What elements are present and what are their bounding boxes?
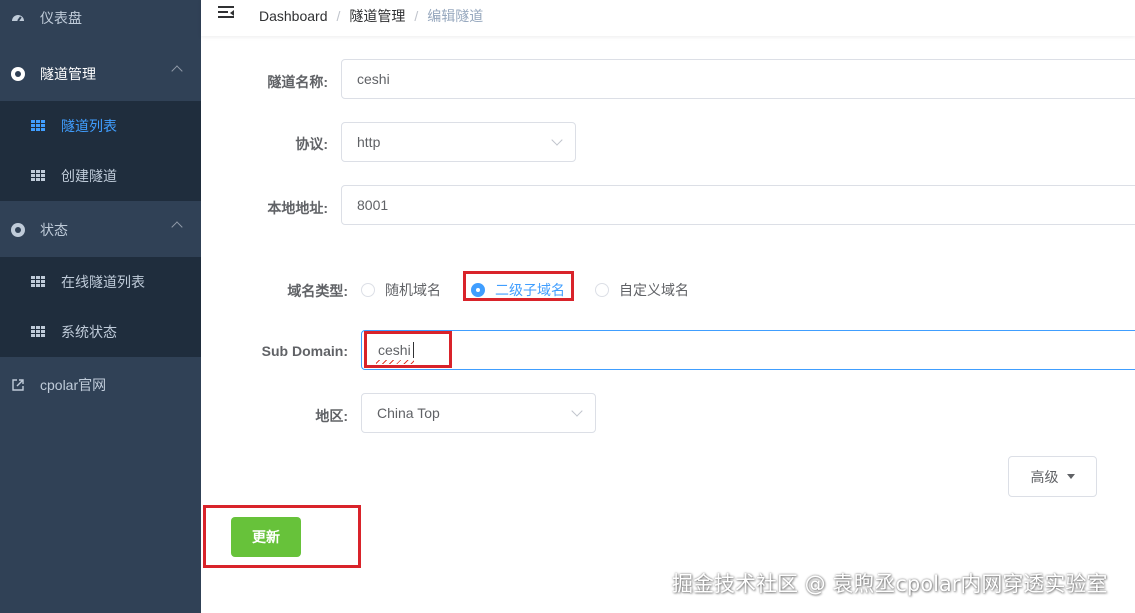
advanced-button[interactable]: 高级 [1008,456,1097,497]
subdomain-label: Sub Domain: [261,343,348,359]
caret-down-icon [1066,474,1075,479]
chevron-down-icon [571,405,583,417]
radio-random-domain[interactable]: 随机域名 [361,280,441,300]
radio-label: 随机域名 [385,282,441,298]
external-link-icon [10,377,26,393]
lifebuoy-icon [10,222,26,238]
menu-label-tunnel-management: 隧道管理 [40,66,96,82]
region-select[interactable]: China Top [361,393,596,433]
highlight-box-subdomain-radio [463,271,574,301]
radio-dot [361,283,375,297]
breadcrumb: Dashboard / 隧道管理 / 编辑隧道 [259,6,483,26]
radio-custom-domain[interactable]: 自定义域名 [595,280,689,300]
submenu-tunnel: 隧道列表 创建隧道 [0,101,201,201]
tunnel-name-input[interactable]: ceshi [341,59,1135,99]
menu-label-dashboard: 仪表盘 [40,10,82,26]
highlight-box-subdomain-input [364,331,452,368]
sidebar: 仪表盘 隧道管理 隧道列表 创建隧道 状态 在线隧道列表 系统状态 cpolar… [0,0,201,613]
menu-item-status[interactable]: 状态 [0,205,201,255]
table-icon [31,170,45,182]
lifebuoy-icon [10,66,26,82]
sidebar-item-create-tunnel[interactable]: 创建隧道 [0,151,201,201]
radio-label: 自定义域名 [619,282,689,298]
menu-item-dashboard[interactable]: 仪表盘 [0,0,201,43]
protocol-label: 协议: [295,136,328,152]
local-address-label: 本地地址: [267,200,328,216]
region-value: China Top [377,405,440,421]
sidebar-item-label: 在线隧道列表 [61,274,145,290]
tunnel-name-label: 隧道名称: [267,74,328,90]
menu-item-website[interactable]: cpolar官网 [0,360,201,410]
sidebar-item-online-tunnels[interactable]: 在线隧道列表 [0,257,201,307]
menu-label-status: 状态 [40,222,68,238]
radio-dot [595,283,609,297]
dashboard-icon [10,10,26,26]
breadcrumb-home[interactable]: Dashboard [259,8,328,24]
hamburger-icon[interactable] [218,6,236,20]
menu-label-website: cpolar官网 [40,377,107,393]
sidebar-item-label: 隧道列表 [61,118,117,134]
navbar: Dashboard / 隧道管理 / 编辑隧道 [201,0,1135,36]
breadcrumb-separator: / [414,8,419,24]
table-icon [31,326,45,338]
region-label: 地区: [315,408,348,424]
breadcrumb-separator: / [336,8,341,24]
sidebar-item-label: 创建隧道 [61,168,117,184]
subdomain-input[interactable]: ceshi [361,330,1135,370]
sidebar-item-tunnel-list[interactable]: 隧道列表 [0,101,201,151]
local-address-input[interactable]: 8001 [341,185,1135,225]
table-icon [31,120,45,132]
submenu-status: 在线隧道列表 系统状态 [0,257,201,357]
watermark: 掘金技术社区 @ 袁煦丞cpolar内网穿透实验室 [672,572,1108,596]
table-icon [31,276,45,288]
protocol-select[interactable]: http [341,122,576,162]
chevron-up-icon [171,221,183,233]
chevron-down-icon [551,134,563,146]
menu-item-tunnel-management[interactable]: 隧道管理 [0,49,201,99]
breadcrumb-current: 编辑隧道 [427,8,484,24]
sidebar-item-system-status[interactable]: 系统状态 [0,307,201,357]
domain-type-label: 域名类型: [287,283,348,299]
highlight-box-update-button [203,505,361,568]
sidebar-item-label: 系统状态 [61,324,117,340]
advanced-button-label: 高级 [1030,468,1059,485]
breadcrumb-section[interactable]: 隧道管理 [349,6,405,26]
chevron-up-icon [171,65,183,77]
protocol-value: http [357,134,381,150]
